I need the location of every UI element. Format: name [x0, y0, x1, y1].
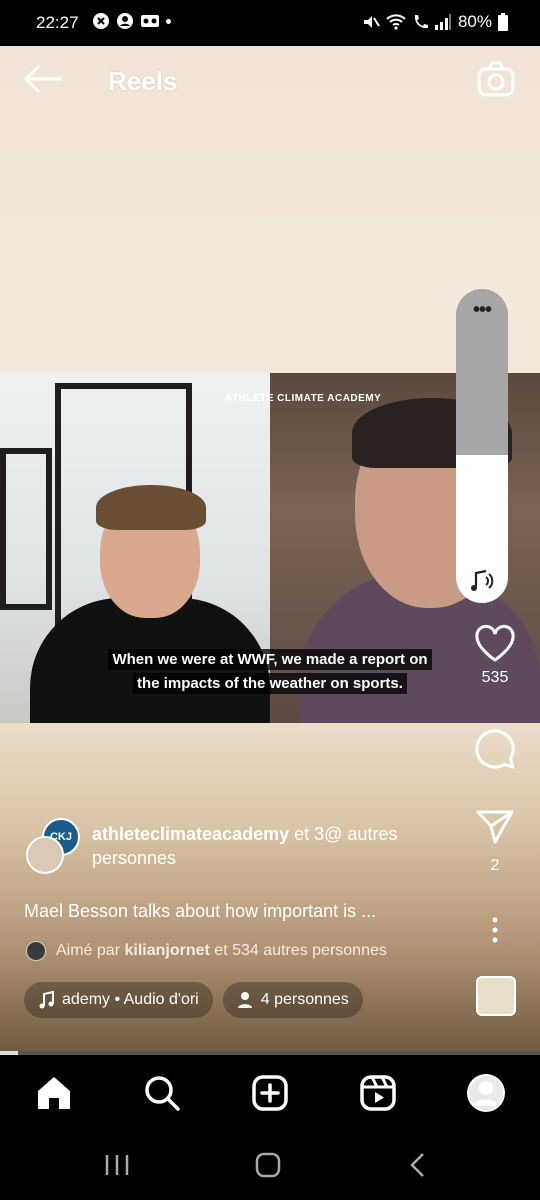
subtitle-line-2: the impacts of the weather on sports.: [133, 673, 407, 694]
account-icon: [117, 13, 133, 29]
more-options-dots-icon[interactable]: •••: [456, 299, 508, 322]
speaker-left-hair: [96, 485, 206, 530]
like-count: 535: [481, 669, 509, 686]
home-icon[interactable]: [34, 1073, 74, 1113]
search-icon[interactable]: [142, 1073, 182, 1113]
bottom-nav: [0, 1055, 540, 1135]
video-subtitles: When we were at WWF, we made a report on…: [0, 648, 540, 696]
people-label: 4 personnes: [260, 991, 349, 1008]
coauthor-avatar[interactable]: [26, 836, 64, 874]
chat-icon: [93, 13, 109, 29]
music-note-icon: [39, 991, 54, 1009]
reel-viewer[interactable]: Reels ATHLETE CLIMATE ACADEMY When we we…: [0, 46, 540, 1051]
wifi-icon: [386, 14, 406, 30]
post-description[interactable]: Mael Besson talks about how important is…: [24, 901, 376, 922]
liker-avatar: [26, 941, 46, 961]
mute-icon: [363, 16, 380, 28]
status-time: 22:27: [36, 13, 79, 32]
video-logo-text: ATHLETE CLIMATE ACADEMY: [225, 393, 382, 404]
share-count: 2: [490, 857, 500, 874]
people-pill[interactable]: 4 personnes: [222, 982, 363, 1018]
recent-apps-icon[interactable]: [104, 1153, 130, 1177]
liked-prefix: Aimé par: [56, 942, 121, 959]
notification-icons: [92, 12, 171, 30]
signal-icon: [434, 14, 451, 30]
audio-pill[interactable]: ademy • Audio d'ori: [24, 982, 213, 1018]
speaker-icon: [471, 569, 494, 591]
audio-label: ademy • Audio d'ori: [62, 991, 199, 1008]
page-title: Reels: [108, 66, 178, 96]
liked-by[interactable]: Aimé par kilianjornet et 534 autres pers…: [26, 941, 387, 961]
call-icon: [414, 15, 428, 29]
more-notifications-dot: [166, 18, 171, 24]
liked-suffix: et 534 autres personnes: [214, 942, 387, 959]
like-action[interactable]: 535: [470, 624, 520, 687]
audio-thumbnail[interactable]: [476, 976, 516, 1016]
back-button-icon[interactable]: [408, 1152, 428, 1178]
reels-icon[interactable]: [358, 1073, 398, 1113]
author-username[interactable]: athleteclimateacademy: [92, 824, 289, 844]
send-icon[interactable]: [475, 808, 515, 846]
more-vertical-icon[interactable]: [490, 916, 500, 944]
comment-action[interactable]: [470, 728, 520, 775]
liked-user[interactable]: kilianjornet: [124, 942, 209, 959]
system-nav: [0, 1135, 540, 1200]
battery-percent: 80%: [457, 12, 492, 31]
camera-icon[interactable]: [476, 60, 516, 98]
voicemail-icon: [141, 15, 159, 27]
profile-avatar-icon[interactable]: [466, 1073, 506, 1113]
home-button-icon[interactable]: [255, 1152, 281, 1178]
heart-icon[interactable]: [474, 624, 516, 664]
system-indicators: 80%: [362, 12, 508, 32]
back-arrow-icon[interactable]: [22, 62, 62, 96]
post-pills: ademy • Audio d'ori 4 personnes: [24, 982, 363, 1018]
person-icon: [237, 992, 252, 1008]
volume-slider[interactable]: •••: [456, 289, 508, 603]
reels-header: Reels: [0, 46, 540, 116]
status-bar: 22:27 80%: [0, 0, 540, 46]
subtitle-line-1: When we were at WWF, we made a report on: [108, 649, 432, 670]
author-line[interactable]: athleteclimateacademy et 3@ autres perso…: [92, 822, 462, 870]
more-action[interactable]: [470, 916, 520, 949]
create-icon[interactable]: [250, 1073, 290, 1113]
battery-icon: [498, 13, 508, 31]
comment-icon[interactable]: [474, 728, 516, 770]
share-action[interactable]: 2: [470, 808, 520, 875]
window-frame: [0, 448, 52, 610]
